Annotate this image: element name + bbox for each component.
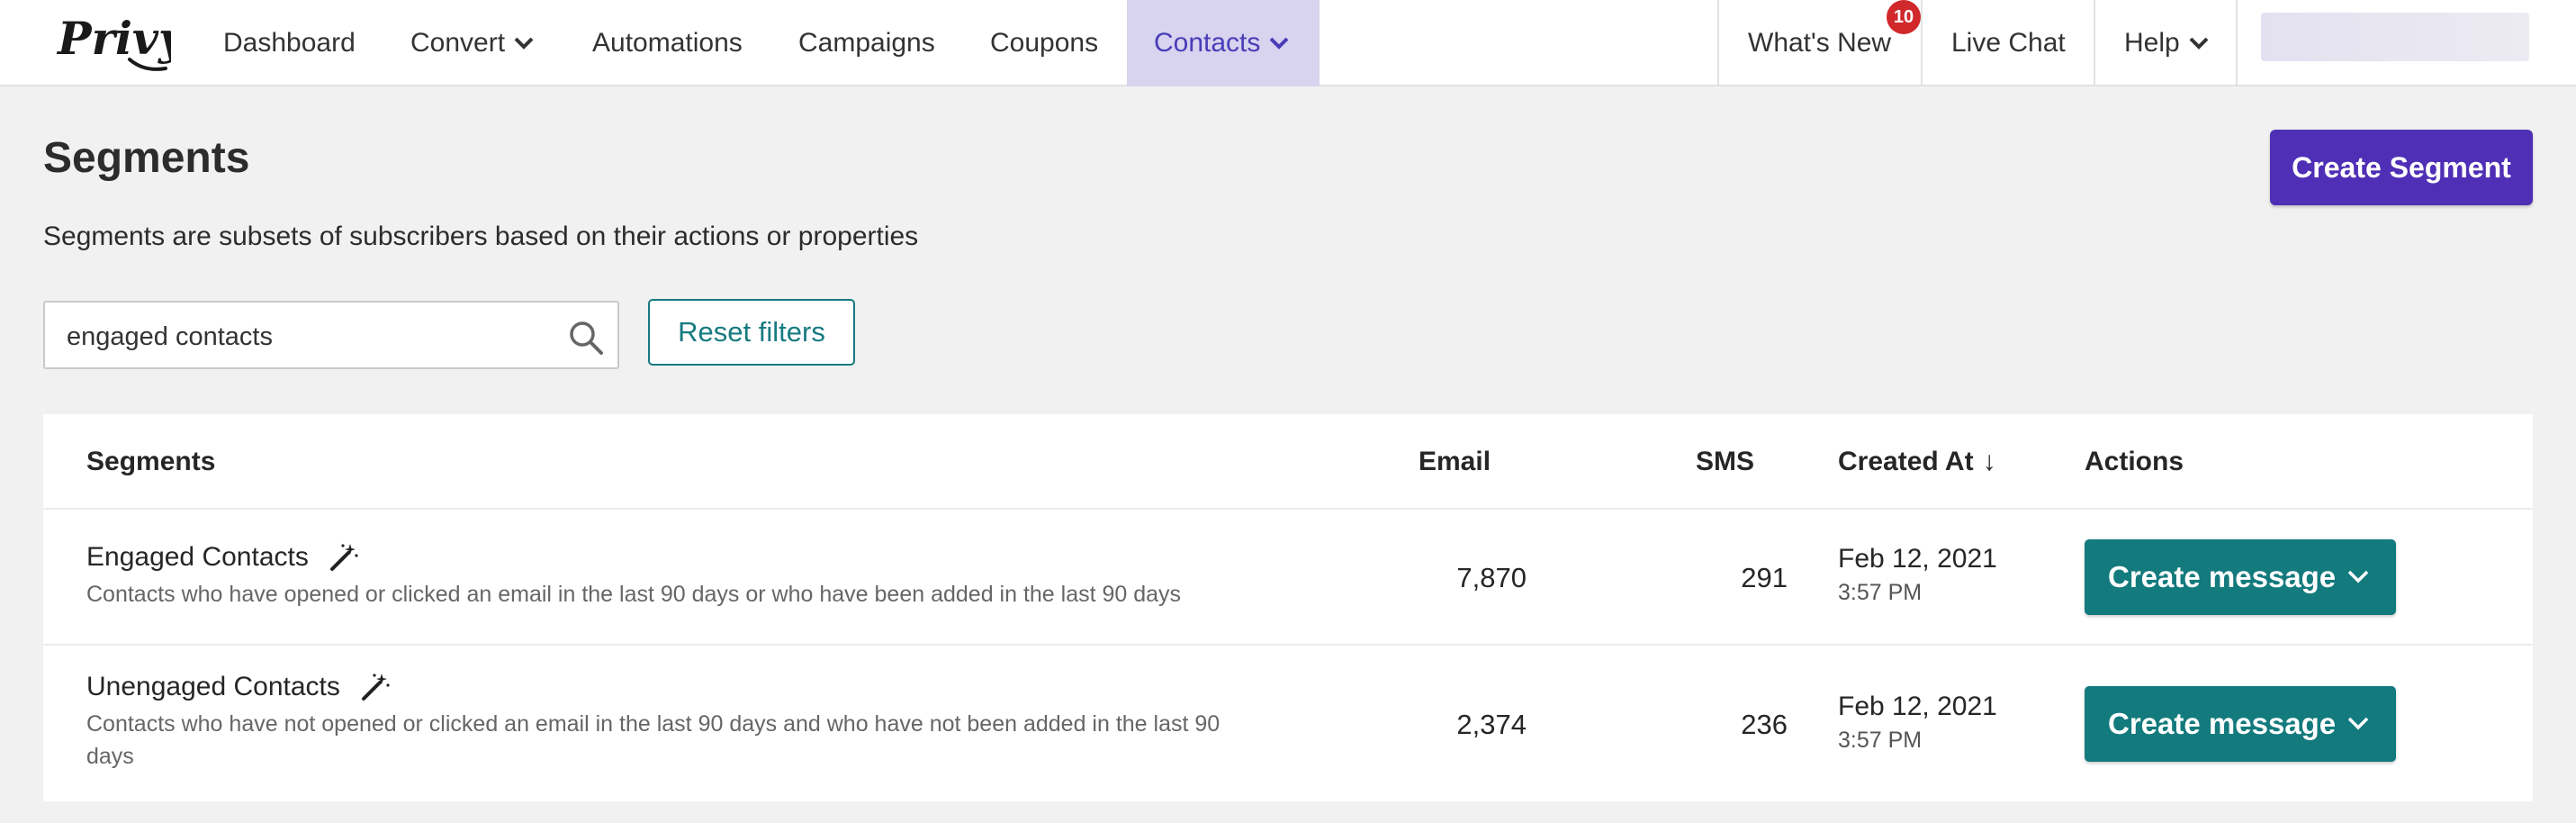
account-menu[interactable] xyxy=(2261,13,2529,61)
created-date: Feb 12, 2021 xyxy=(1838,692,1997,721)
chevron-down-icon xyxy=(514,37,534,50)
nav-automations-label: Automations xyxy=(592,28,743,58)
nav-convert-label: Convert xyxy=(410,28,506,58)
nav-divider xyxy=(2094,0,2095,86)
chevron-down-icon[interactable] xyxy=(2347,717,2369,731)
row-divider xyxy=(43,508,2533,510)
nav-live-chat[interactable]: Live Chat xyxy=(1951,0,2066,86)
sms-count: 291 xyxy=(1741,562,1788,593)
magic-wand-icon xyxy=(361,674,390,701)
column-header-email[interactable]: Email xyxy=(1419,447,1491,477)
nav-campaigns-label: Campaigns xyxy=(798,28,935,58)
column-header-actions: Actions xyxy=(2085,447,2184,476)
nav-help[interactable]: Help xyxy=(2124,0,2209,86)
column-header-sms[interactable]: SMS xyxy=(1696,447,1754,477)
nav-help-label: Help xyxy=(2124,28,2180,58)
magic-wand-icon xyxy=(329,544,358,571)
chevron-down-icon xyxy=(2189,37,2209,50)
nav-campaigns[interactable]: Campaigns xyxy=(798,0,935,86)
create-message-button[interactable]: Create message xyxy=(2085,686,2396,762)
reset-filters-button[interactable]: Reset filters xyxy=(648,299,855,366)
segment-description: Contacts who have not opened or clicked … xyxy=(86,711,1220,769)
nav-automations[interactable]: Automations xyxy=(592,0,743,86)
create-message-label: Create message xyxy=(2108,560,2337,593)
sort-arrow-icon: ↓ xyxy=(1982,447,1996,476)
create-segment-button[interactable]: Create Segment xyxy=(2270,130,2533,205)
segments-table: Segments Email SMS Created At ↓ Actions … xyxy=(43,414,2533,801)
nav-convert[interactable]: Convert xyxy=(410,0,534,86)
segment-name[interactable]: Engaged Contacts xyxy=(86,542,359,573)
nav-coupons-label: Coupons xyxy=(990,28,1099,58)
created-time: 3:57 PM xyxy=(1838,728,1923,753)
create-message-label: Create message xyxy=(2108,707,2337,740)
email-count: 7,870 xyxy=(1456,562,1527,593)
privy-logo[interactable]: Privy xyxy=(54,9,171,77)
search-box xyxy=(43,301,619,369)
chevron-down-icon xyxy=(1269,37,1289,50)
created-time: 3:57 PM xyxy=(1838,580,1923,605)
chevron-down-icon[interactable] xyxy=(2347,570,2369,584)
segment-name-label: Unengaged Contacts xyxy=(86,672,340,701)
nav-dashboard[interactable]: Dashboard xyxy=(223,0,356,86)
notification-badge: 10 xyxy=(1887,0,1921,34)
search-icon[interactable] xyxy=(567,319,605,357)
nav-dashboard-label: Dashboard xyxy=(223,28,356,58)
nav-live-chat-label: Live Chat xyxy=(1951,28,2066,58)
sms-count: 236 xyxy=(1741,709,1788,740)
email-count: 2,374 xyxy=(1456,709,1527,740)
nav-divider xyxy=(2236,0,2238,86)
nav-whats-new[interactable]: What's New xyxy=(1748,0,1891,86)
create-message-button[interactable]: Create message xyxy=(2085,539,2396,615)
svg-text:Privy: Privy xyxy=(56,12,171,65)
created-date: Feb 12, 2021 xyxy=(1838,544,1997,574)
search-input[interactable] xyxy=(67,321,553,353)
top-nav: Privy Dashboard Convert Automations Camp… xyxy=(0,0,2576,86)
segment-description: Contacts who have opened or clicked an e… xyxy=(86,582,1182,607)
nav-divider xyxy=(1717,0,1719,86)
nav-divider xyxy=(1921,0,1923,86)
segment-name-label: Engaged Contacts xyxy=(86,542,309,572)
page-subtitle: Segments are subsets of subscribers base… xyxy=(43,222,919,251)
nav-contacts[interactable]: Contacts xyxy=(1127,0,1320,86)
nav-coupons[interactable]: Coupons xyxy=(990,0,1098,86)
row-divider xyxy=(43,644,2533,646)
page-title: Segments xyxy=(43,134,250,182)
nav-whats-new-label: What's New xyxy=(1748,28,1892,58)
column-header-segments[interactable]: Segments xyxy=(86,447,215,477)
nav-contacts-label: Contacts xyxy=(1154,28,1261,58)
segment-name[interactable]: Unengaged Contacts xyxy=(86,672,391,702)
column-header-created-at[interactable]: Created At ↓ xyxy=(1838,447,1996,477)
column-header-created-at-label: Created At xyxy=(1838,447,1974,476)
